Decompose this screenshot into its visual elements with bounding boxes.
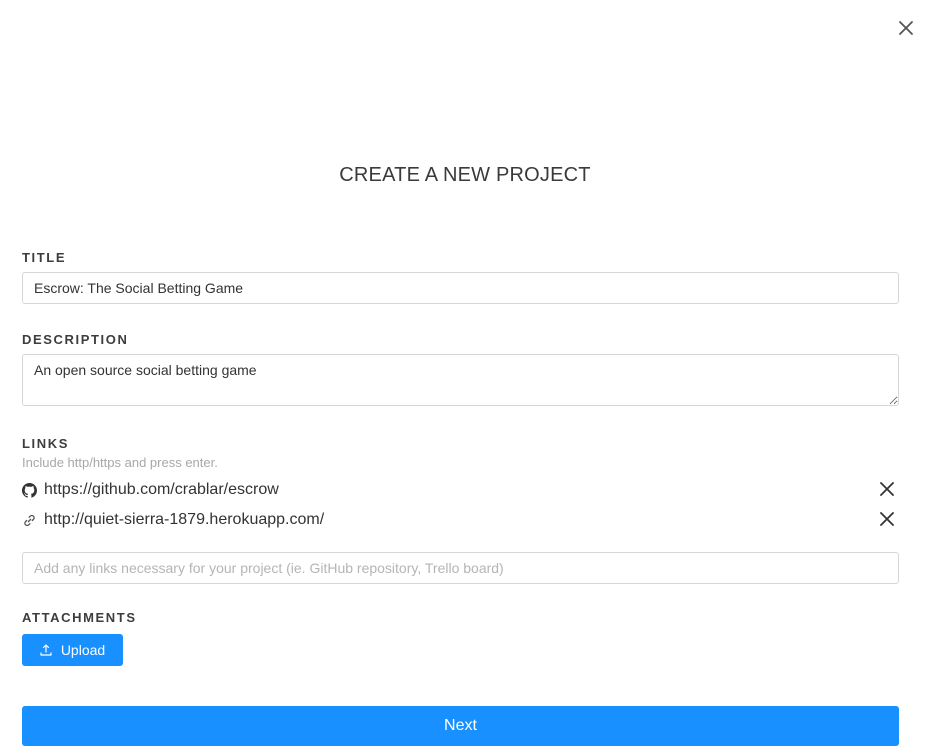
- link-icon: [24, 514, 35, 527]
- title-label: TITLE: [22, 250, 67, 265]
- add-link-input[interactable]: [22, 552, 899, 584]
- upload-icon: [40, 644, 52, 656]
- github-icon: [22, 483, 37, 498]
- link-url[interactable]: https://github.com/crablar/escrow: [44, 481, 279, 499]
- close-modal-button[interactable]: [896, 18, 916, 38]
- links-label: LINKS: [22, 436, 69, 451]
- close-icon: [899, 21, 913, 35]
- next-button[interactable]: Next: [22, 706, 899, 746]
- link-item: http://quiet-sierra-1879.herokuapp.com/: [22, 510, 899, 532]
- create-project-modal: CREATE A NEW PROJECT TITLE DESCRIPTION A…: [0, 0, 930, 756]
- remove-link-button[interactable]: [878, 510, 896, 528]
- next-button-label: Next: [444, 717, 477, 734]
- modal-title: CREATE A NEW PROJECT: [339, 164, 591, 186]
- links-helper-text: Include http/https and press enter.: [22, 455, 218, 470]
- close-icon: [880, 482, 894, 496]
- link-item: https://github.com/crablar/escrow: [22, 480, 899, 502]
- upload-button[interactable]: Upload: [22, 634, 123, 666]
- remove-link-button[interactable]: [878, 480, 896, 498]
- upload-button-label: Upload: [60, 642, 106, 658]
- description-label: DESCRIPTION: [22, 332, 129, 347]
- description-textarea[interactable]: An open source social betting game: [22, 354, 899, 406]
- close-icon: [880, 512, 894, 526]
- title-input[interactable]: [22, 272, 899, 304]
- attachments-label: ATTACHMENTS: [22, 610, 137, 625]
- link-url[interactable]: http://quiet-sierra-1879.herokuapp.com/: [44, 511, 324, 529]
